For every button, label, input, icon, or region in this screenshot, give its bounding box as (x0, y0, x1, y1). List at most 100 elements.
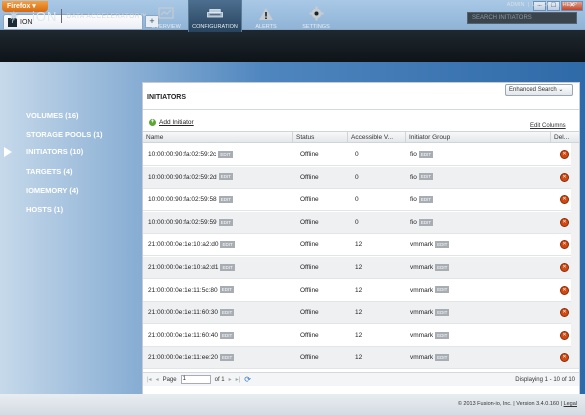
table-row[interactable]: 21:00:00:0e:1e:10:a2:d0 EDIT Offline 12 vmma… (143, 234, 579, 257)
footer-separator: | (513, 401, 515, 407)
initiator-name-cell: 21:00:00:0e:1e:11:60:40 EDIT (148, 325, 235, 347)
logo-star-icon: ✷ (8, 8, 20, 24)
edit-name-button[interactable]: EDIT (218, 173, 233, 181)
status-cell: Offline (300, 196, 319, 204)
sidebar-item-targets[interactable]: TARGETS (4) (26, 167, 73, 176)
edit-group-button[interactable]: EDIT (418, 218, 434, 226)
status-cell: Offline (300, 354, 319, 362)
edit-name-button[interactable]: EDIT (218, 195, 233, 203)
delete-icon[interactable]: ✕ (560, 330, 569, 340)
next-page-icon[interactable]: ▸ (229, 376, 232, 383)
table-row[interactable]: 10:00:00:90:fa:02:59:2d EDIT Offline 0 fio ED… (143, 166, 579, 189)
sidebar-item-initiators[interactable]: INITIATORS (10) (2, 145, 142, 159)
tab-overview[interactable]: OVERVIEW (146, 0, 186, 32)
edit-group-button[interactable]: EDIT (435, 286, 450, 294)
pagination-info: Displaying 1 - 10 of 10 (515, 376, 575, 383)
initiator-group-cell: fio EDIT (410, 212, 434, 234)
initiator-group: vmmark (410, 241, 434, 249)
edit-name-button[interactable]: EDIT (220, 308, 235, 316)
column-header-accessible[interactable]: Accessible V... (348, 132, 406, 143)
sidebar-item-hosts[interactable]: HOSTS (1) (26, 205, 63, 214)
initiator-group: vmmark (410, 264, 434, 271)
table-row[interactable]: 10:00:00:90:fa:02:59:59 EDIT Offline 0 fio ED… (143, 211, 579, 234)
edit-name-button[interactable]: EDIT (220, 263, 235, 271)
footer: © 2013 Fusion-io, Inc. | Version 3.4.0.1… (0, 394, 585, 415)
delete-icon[interactable]: ✕ (560, 217, 569, 227)
first-page-icon[interactable]: |◂ (147, 376, 152, 383)
edit-name-button[interactable]: EDIT (220, 354, 235, 362)
delete-icon[interactable]: ✕ (560, 240, 569, 250)
status-cell: Offline (300, 331, 319, 339)
initiator-name: 21:00:00:0e:1e:10:a2:d1 (148, 264, 219, 271)
initiator-name: 10:00:00:90:fa:02:59:2d (148, 173, 217, 181)
edit-name-button[interactable]: EDIT (218, 218, 233, 226)
edit-name-button[interactable]: EDIT (219, 286, 234, 294)
edit-group-button[interactable]: EDIT (435, 241, 450, 249)
delete-icon[interactable]: ✕ (560, 150, 569, 159)
top-links: ADMIN | LOGOUT | HELP (507, 2, 577, 8)
initiator-group-cell: fio EDIT (410, 167, 434, 189)
enhanced-search-button[interactable]: Enhanced Search ⌄ (505, 84, 573, 96)
add-initiator-button[interactable]: + Add Initiator (149, 119, 194, 126)
table-row[interactable]: 10:00:00:90:fa:02:59:2c EDIT Offline 0 fio ED… (143, 144, 579, 166)
column-header-initiator-group[interactable]: Initiator Group (406, 132, 551, 143)
tab-configuration[interactable]: CONFIGURATION (188, 0, 242, 32)
initiator-group-cell: vmmark EDIT (410, 234, 450, 256)
edit-group-button[interactable]: EDIT (435, 354, 450, 362)
edit-name-button[interactable]: EDIT (218, 150, 233, 158)
initiator-group: fio (410, 151, 417, 158)
table-row[interactable]: 10:00:00:90:fa:02:59:58 EDIT Offline 0 fio ED… (143, 189, 579, 212)
delete-icon[interactable]: ✕ (560, 195, 569, 205)
sidebar-item-iomemory[interactable]: IOMEMORY (4) (26, 186, 79, 195)
initiator-name-cell: 10:00:00:90:fa:02:59:59 EDIT (148, 212, 233, 234)
column-header-status[interactable]: Status (293, 132, 348, 143)
delete-icon[interactable]: ✕ (560, 263, 569, 272)
last-page-icon[interactable]: ▸| (236, 376, 241, 383)
initiator-name-cell: 10:00:00:90:fa:02:59:2c EDIT (148, 144, 233, 166)
edit-group-button[interactable]: EDIT (435, 331, 450, 339)
table-row[interactable]: 21:00:00:0e:1e:10:a2:d1 EDIT Offline 12 vmma… (143, 257, 579, 279)
edit-group-button[interactable]: EDIT (418, 173, 434, 181)
refresh-icon[interactable]: ⟳ (244, 375, 251, 384)
edit-group-button[interactable]: EDIT (435, 263, 450, 271)
configuration-icon (206, 6, 224, 21)
sidebar-item-volumes[interactable]: VOLUMES (16) (26, 111, 79, 120)
tab-alerts[interactable]: ALERTS (246, 0, 286, 32)
sidebar-item-storage-pools[interactable]: STORAGE POOLS (1) (26, 130, 103, 139)
edit-group-button[interactable]: EDIT (435, 308, 450, 316)
accessible-volumes-cell: 0 (355, 173, 359, 181)
initiator-name-cell: 10:00:00:90:fa:02:59:58 EDIT (148, 189, 233, 211)
legal-link[interactable]: Legal (564, 401, 577, 407)
column-header-delete[interactable]: Del... (551, 132, 579, 143)
table-row[interactable]: 21:00:00:0e:1e:11:60:30 EDIT Offline 12 vmma… (143, 302, 579, 325)
accessible-volumes-cell: 0 (355, 151, 359, 158)
delete-icon[interactable]: ✕ (560, 172, 569, 182)
status-cell: Offline (300, 286, 319, 294)
delete-icon[interactable]: ✕ (560, 308, 569, 318)
logout-link[interactable]: LOGOUT (532, 2, 555, 8)
edit-name-button[interactable]: EDIT (220, 331, 235, 339)
prev-page-icon[interactable]: ◂ (156, 376, 159, 383)
table-scrollbar[interactable] (571, 143, 579, 367)
delete-icon[interactable]: ✕ (560, 353, 569, 363)
link-separator: | (558, 2, 560, 8)
tab-settings[interactable]: SETTINGS (296, 0, 336, 32)
column-header-name[interactable]: Name (143, 132, 293, 143)
page-number-input[interactable]: 1 (180, 375, 211, 384)
table-row[interactable]: 21:00:00:0e:1e:11:ee:20 EDIT Offline 12 vmma… (143, 347, 579, 370)
accessible-volumes-cell: 12 (355, 286, 363, 294)
initiator-group: fio (410, 196, 417, 204)
delete-icon[interactable]: ✕ (560, 285, 569, 295)
page-label: Page (162, 376, 177, 383)
search-initiators-input[interactable]: SEARCH INITIATORS (467, 12, 577, 24)
table-row[interactable]: 21:00:00:0e:1e:11:60:40 EDIT Offline 12 vmma… (143, 325, 579, 347)
edit-columns-link[interactable]: Edit Columns (530, 123, 566, 129)
table-row[interactable]: 21:00:00:0e:1e:11:5c:80 EDIT Offline 12 vmma… (143, 280, 579, 302)
help-link[interactable]: HELP (563, 2, 577, 8)
panel-divider (143, 109, 579, 110)
initiator-name-cell: 10:00:00:90:fa:02:59:2d EDIT (148, 167, 233, 189)
edit-group-button[interactable]: EDIT (418, 195, 434, 203)
edit-group-button[interactable]: EDIT (418, 150, 434, 158)
edit-name-button[interactable]: EDIT (220, 241, 235, 249)
admin-link[interactable]: ADMIN (507, 2, 525, 8)
